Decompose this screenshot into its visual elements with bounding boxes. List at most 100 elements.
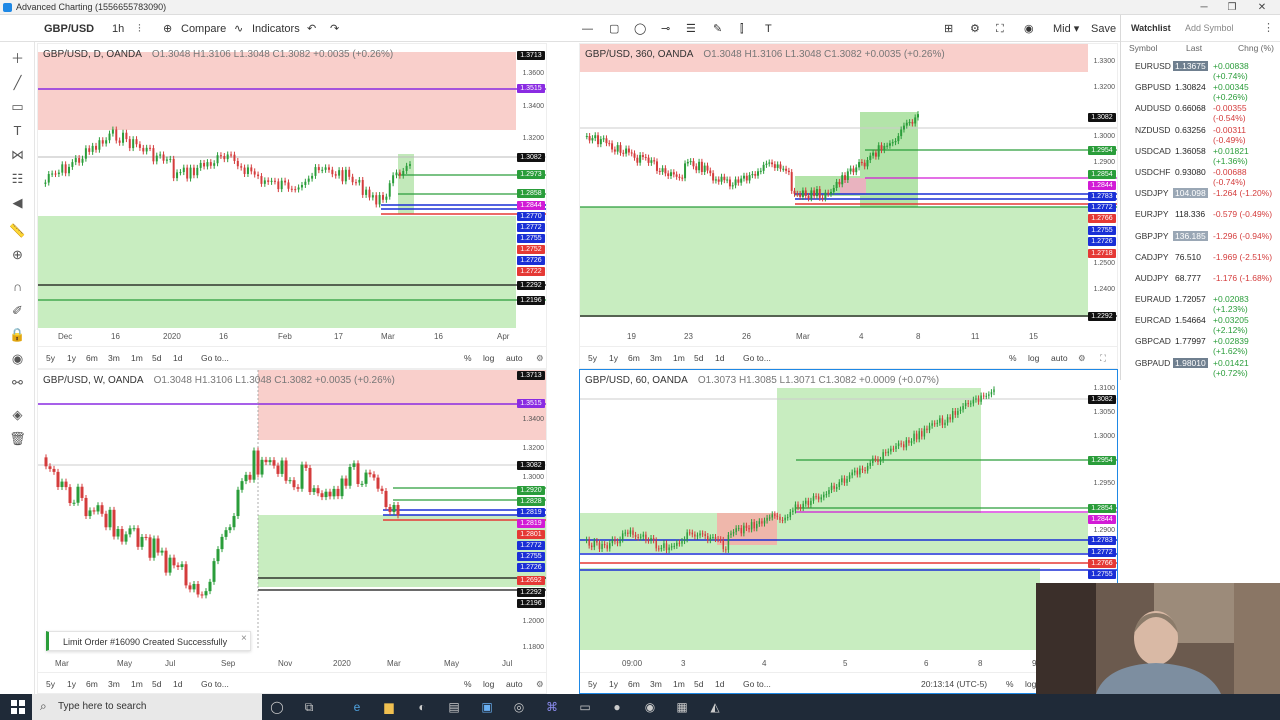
range-1d[interactable]: 1d xyxy=(715,353,724,363)
chart-canvas[interactable] xyxy=(580,44,1118,369)
app-icon-3[interactable]: ▣ xyxy=(479,699,495,715)
stay-drawing-icon[interactable]: ✐ xyxy=(9,302,26,319)
watchlist-row[interactable]: AUDJPY 68.777 -1.176 (-1.68%) xyxy=(1121,268,1280,289)
range-1d[interactable]: 1d xyxy=(173,679,182,689)
percent-toggle[interactable]: % xyxy=(464,353,472,363)
app-icon-4[interactable]: ⌘ xyxy=(544,699,560,715)
range-3m[interactable]: 3m xyxy=(108,353,120,363)
percent-toggle[interactable]: % xyxy=(464,679,472,689)
watchlist-row[interactable]: GBPAUD 1.98010 +0.01421 (+0.72%) xyxy=(1121,353,1280,378)
rectangle-tool-icon[interactable]: ▢ xyxy=(609,21,619,37)
range-1y[interactable]: 1y xyxy=(67,353,76,363)
app-icon-7[interactable]: ◉ xyxy=(642,699,658,715)
goto-button[interactable]: Go to... xyxy=(201,679,229,689)
fullscreen-icon[interactable]: ⛶ xyxy=(996,21,1004,37)
app-icon-2[interactable]: ▤ xyxy=(446,699,462,715)
range-6m[interactable]: 6m xyxy=(628,679,640,689)
app-icon-6[interactable]: ● xyxy=(609,699,625,715)
app-icon-1[interactable]: ◐ xyxy=(414,699,430,715)
watchlist-row[interactable]: NZDUSD 0.63256 -0.00311 (-0.49%) xyxy=(1121,120,1280,145)
log-toggle[interactable]: log xyxy=(483,353,494,363)
range-6m[interactable]: 6m xyxy=(86,353,98,363)
auto-toggle[interactable]: auto xyxy=(506,679,523,689)
task-view-icon[interactable]: ⧉ xyxy=(301,699,317,715)
watchlist-row[interactable]: USDJPY 104.098 -1.264 (-1.20%) xyxy=(1121,183,1280,204)
line-tool-icon[interactable]: ― xyxy=(582,21,593,37)
log-toggle[interactable]: log xyxy=(1025,679,1036,689)
percent-toggle[interactable]: % xyxy=(1009,353,1017,363)
lock-icon[interactable]: 🔒 xyxy=(9,326,26,343)
trendline-icon[interactable]: ╱ xyxy=(9,74,26,91)
symbol-search-button[interactable]: GBP/USD xyxy=(44,21,94,37)
crosshair-icon[interactable]: ＋ xyxy=(9,50,26,67)
back-arrow-icon[interactable]: ◀ xyxy=(9,194,26,211)
range-1y[interactable]: 1y xyxy=(609,353,618,363)
shapes-icon[interactable]: ▭ xyxy=(9,98,26,115)
pen-tool-icon[interactable]: ✎ xyxy=(713,21,722,37)
watchlist-row[interactable]: GBPUSD 1.30824 +0.00345 (+0.26%) xyxy=(1121,77,1280,102)
range-5y[interactable]: 5y xyxy=(588,679,597,689)
minimize-button[interactable]: ─ xyxy=(1190,0,1218,15)
watchlist-row[interactable]: GBPJPY 136.185 -1.296 (-0.94%) xyxy=(1121,226,1280,247)
indicators-button[interactable]: Indicators xyxy=(252,21,300,37)
range-1d[interactable]: 1d xyxy=(715,679,724,689)
range-5y[interactable]: 5y xyxy=(588,353,597,363)
pattern-icon[interactable]: ⋈ xyxy=(9,146,26,163)
vertical-line-icon[interactable]: ⫿ xyxy=(740,21,744,37)
compare-button[interactable]: Compare xyxy=(181,21,226,37)
redo-icon[interactable]: ↷ xyxy=(330,21,339,37)
chart-panel-360[interactable]: GBP/USD, 360, OANDA O1.3048 H1.3106 L1.30… xyxy=(579,43,1118,369)
goto-button[interactable]: Go to... xyxy=(743,679,771,689)
zoom-icon[interactable]: ⊕ xyxy=(9,246,26,263)
toast-close-button[interactable]: × xyxy=(241,633,247,644)
chart-panel-daily[interactable]: GBP/USD, D, OANDA O1.3048 H1.3106 L1.3048… xyxy=(37,43,547,369)
candle-style-icon[interactable]: ⫶ xyxy=(138,21,141,37)
settings-icon[interactable]: ⚙ xyxy=(970,21,980,37)
windows-start-icon[interactable] xyxy=(11,700,25,714)
save-button[interactable]: Save xyxy=(1091,21,1116,37)
app-icon-5[interactable]: ▭ xyxy=(577,699,593,715)
magnet-icon[interactable]: ∩ xyxy=(9,278,26,295)
percent-toggle[interactable]: % xyxy=(1006,679,1014,689)
range-1d[interactable]: 1d xyxy=(173,353,182,363)
goto-button[interactable]: Go to... xyxy=(201,353,229,363)
range-1m[interactable]: 1m xyxy=(131,679,143,689)
log-toggle[interactable]: log xyxy=(1028,353,1039,363)
camera-icon[interactable]: ◉ xyxy=(1024,21,1034,37)
close-window-button[interactable]: ✕ xyxy=(1248,0,1276,15)
text-icon[interactable]: T xyxy=(9,122,26,139)
column-change[interactable]: Chng (%) xyxy=(1238,43,1274,53)
text-tool-icon[interactable]: T xyxy=(765,21,772,37)
range-1m[interactable]: 1m xyxy=(131,353,143,363)
fib-tool-icon[interactable]: ☰ xyxy=(686,21,696,37)
interval-button[interactable]: 1h xyxy=(112,21,124,37)
ruler-icon[interactable]: 📏 xyxy=(9,222,26,239)
watchlist-tab[interactable]: Watchlist xyxy=(1131,23,1171,33)
watchlist-row[interactable]: USDCAD 1.36058 +0.01821 (+1.36%) xyxy=(1121,141,1280,166)
app-icon-9[interactable]: ◭ xyxy=(707,699,723,715)
watchlist-row[interactable]: AUDUSD 0.66068 -0.00355 (-0.54%) xyxy=(1121,98,1280,123)
ellipse-tool-icon[interactable]: ◯ xyxy=(634,21,646,37)
log-toggle[interactable]: log xyxy=(483,679,494,689)
range-1m[interactable]: 1m xyxy=(673,353,685,363)
watchlist-row[interactable]: EURAUD 1.72057 +0.02083 (+1.23%) xyxy=(1121,289,1280,314)
range-5y[interactable]: 5y xyxy=(46,679,55,689)
fib-icon[interactable]: ☷ xyxy=(9,170,26,187)
horizontal-ray-icon[interactable]: ⊸ xyxy=(661,21,670,37)
range-5d[interactable]: 5d xyxy=(694,353,703,363)
trash-icon[interactable]: 🗑 xyxy=(9,430,26,447)
range-3m[interactable]: 3m xyxy=(108,679,120,689)
watchlist-row[interactable]: EURUSD 1.13675 +0.00838 (+0.74%) xyxy=(1121,56,1280,81)
app-icon-8[interactable]: ▦ xyxy=(674,699,690,715)
eye-icon[interactable]: ◉ xyxy=(9,350,26,367)
column-symbol[interactable]: Symbol xyxy=(1129,43,1157,53)
maximize-button[interactable]: ❐ xyxy=(1218,0,1246,15)
range-5d[interactable]: 5d xyxy=(152,353,161,363)
range-3m[interactable]: 3m xyxy=(650,679,662,689)
range-3m[interactable]: 3m xyxy=(650,353,662,363)
add-symbol-input[interactable]: Add Symbol xyxy=(1185,23,1234,33)
goto-button[interactable]: Go to... xyxy=(743,353,771,363)
range-5y[interactable]: 5y xyxy=(46,353,55,363)
watchlist-row[interactable]: USDCHF 0.93080 -0.00688 (-0.74%) xyxy=(1121,162,1280,187)
watchlist-row[interactable]: EURCAD 1.54664 +0.03205 (+2.12%) xyxy=(1121,310,1280,335)
